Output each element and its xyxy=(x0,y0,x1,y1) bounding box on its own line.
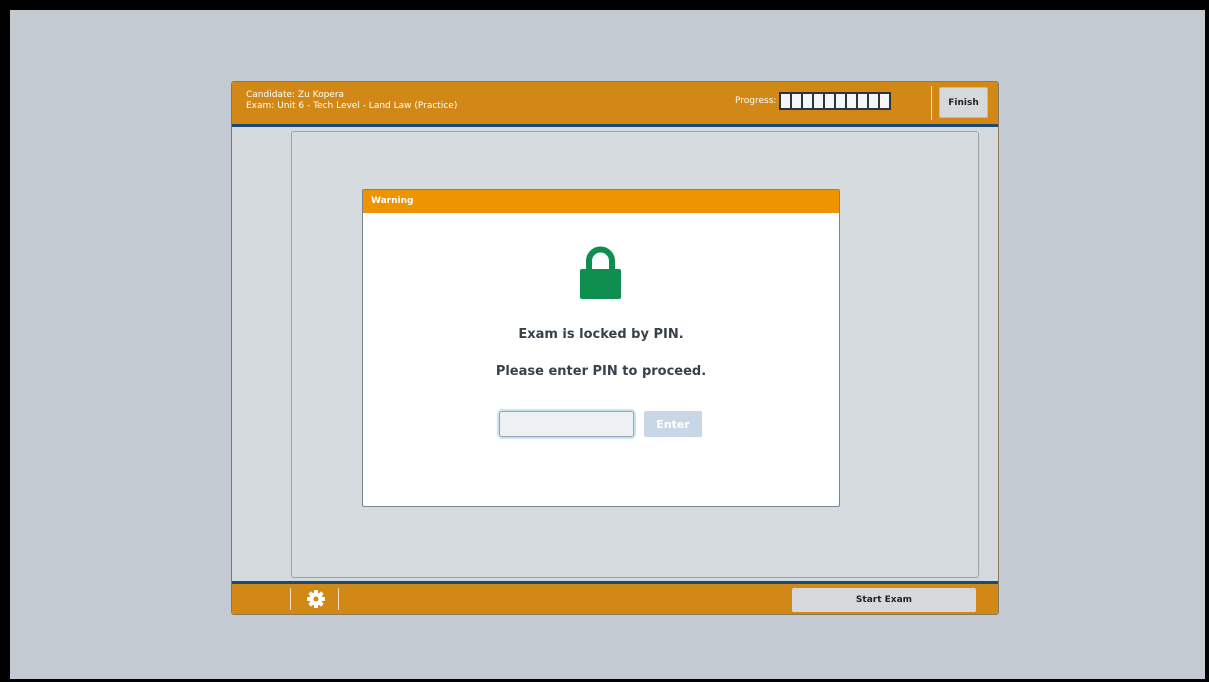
progress-segment xyxy=(836,94,846,108)
bottom-bar: Start Exam xyxy=(232,581,998,614)
finish-button[interactable]: Finish xyxy=(939,87,988,118)
instruction-message: Please enter PIN to proceed. xyxy=(495,364,707,379)
progress-segment xyxy=(847,94,857,108)
pin-lock-dialog: Warning Exam is locked by PIN. Please en… xyxy=(362,189,840,507)
exam-window: Candidate: Zu Kopera Exam: Unit 6 - Tech… xyxy=(231,81,999,615)
divider xyxy=(931,86,932,120)
start-exam-button[interactable]: Start Exam xyxy=(792,588,976,612)
progress-segment xyxy=(869,94,879,108)
progress-bar xyxy=(779,92,892,110)
lock-icon xyxy=(580,246,621,299)
exam-name: Exam: Unit 6 - Tech Level - Land Law (Pr… xyxy=(246,101,458,111)
progress-segment xyxy=(781,94,791,108)
screen-background: Candidate: Zu Kopera Exam: Unit 6 - Tech… xyxy=(10,10,1205,679)
divider xyxy=(290,588,291,610)
enter-button[interactable]: Enter xyxy=(644,411,702,437)
candidate-info: Candidate: Zu Kopera Exam: Unit 6 - Tech… xyxy=(246,90,457,112)
pin-input[interactable] xyxy=(499,411,634,437)
progress-segment xyxy=(825,94,835,108)
progress-indicator: Progress: xyxy=(735,92,892,110)
top-bar: Candidate: Zu Kopera Exam: Unit 6 - Tech… xyxy=(232,82,998,127)
progress-segment xyxy=(880,94,890,108)
progress-segment xyxy=(858,94,868,108)
gear-icon[interactable] xyxy=(307,590,325,608)
dialog-title: Warning xyxy=(363,190,839,213)
content-panel: Warning Exam is locked by PIN. Please en… xyxy=(291,131,979,578)
progress-segment xyxy=(803,94,813,108)
progress-segment xyxy=(814,94,824,108)
locked-message: Exam is locked by PIN. xyxy=(518,327,684,342)
progress-label: Progress: xyxy=(735,96,777,106)
progress-segment xyxy=(792,94,802,108)
candidate-name: Candidate: Zu Kopera xyxy=(246,90,345,100)
divider xyxy=(338,588,339,610)
